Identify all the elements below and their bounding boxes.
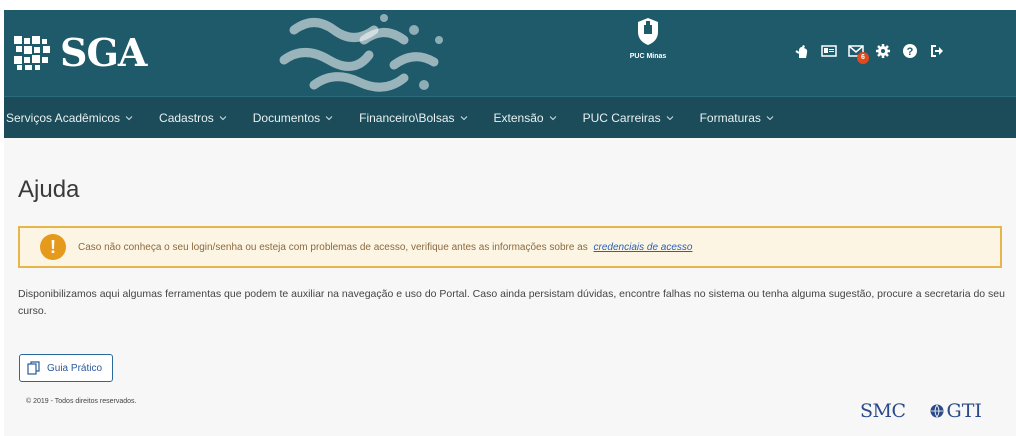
accessibility-icon[interactable]	[794, 43, 810, 59]
credentials-link[interactable]: credenciais de acesso	[594, 242, 693, 253]
puc-minas-logo: PUC Minas	[622, 16, 674, 60]
sga-logo-mark	[14, 36, 54, 70]
nav-item-label: Extensão	[493, 110, 544, 125]
gti-logo: GTI	[930, 400, 982, 422]
nav-item-label: Serviços Acadêmicos	[6, 110, 121, 125]
banner-decoration	[279, 14, 443, 92]
puc-minas-label: PUC Minas	[629, 53, 667, 60]
nav-item-extensao[interactable]: Extensão	[482, 97, 571, 139]
alert-text: Caso não conheça o seu login/senha ou es…	[78, 241, 588, 253]
header-banner: SGA PUC Minas 6 ?	[4, 10, 1016, 96]
chevron-down-icon	[460, 115, 467, 120]
access-alert: ! Caso não conheça o seu login/senha ou …	[18, 226, 1002, 268]
footer-logos: SMC GTI	[860, 400, 982, 422]
smc-logo: SMC	[860, 400, 906, 422]
chevron-down-icon	[666, 115, 673, 120]
chevron-down-icon	[549, 115, 556, 120]
nav-item-label: Formaturas	[699, 110, 761, 125]
question-icon[interactable]: ?	[902, 43, 918, 59]
nav-item-formaturas[interactable]: Formaturas	[688, 97, 788, 139]
nav-item-servicos-academicos[interactable]: Serviços Acadêmicos	[4, 97, 147, 139]
chevron-down-icon	[219, 115, 227, 120]
main-nav: Serviços Acadêmicos Cadastros Documentos…	[4, 96, 1016, 138]
nav-item-financeiro-bolsas[interactable]: Financeiro\Bolsas	[347, 97, 481, 139]
header-toolbar: 6 ?	[794, 43, 945, 64]
page: SGA PUC Minas 6 ? Serviços Acadêmicos Ca…	[4, 10, 1016, 436]
sga-logo[interactable]: SGA	[14, 30, 147, 75]
nav-item-label: PUC Carreiras	[582, 110, 661, 125]
sga-logo-text: SGA	[60, 30, 147, 75]
mail-count-badge: 6	[857, 52, 869, 64]
guia-pratico-button[interactable]: Guia Prático	[19, 354, 113, 382]
globe-icon	[930, 404, 944, 418]
chevron-down-icon	[325, 115, 333, 120]
puc-crest-icon	[638, 18, 658, 45]
page-title: Ajuda	[18, 176, 80, 203]
copy-pages-icon	[27, 361, 40, 375]
chevron-down-icon	[125, 115, 133, 120]
exclamation-icon: !	[40, 234, 66, 260]
gti-logo-text: GTI	[946, 400, 982, 422]
nav-item-label: Cadastros	[159, 110, 214, 125]
chevron-down-icon	[766, 115, 774, 120]
guia-pratico-label: Guia Prático	[47, 362, 103, 374]
help-description: Disponibilizamos aqui algumas ferramenta…	[18, 288, 1005, 317]
nav-item-documentos[interactable]: Documentos	[241, 97, 347, 139]
alert-message: Caso não conheça o seu login/senha ou es…	[78, 242, 692, 253]
mail-icon[interactable]: 6	[848, 43, 869, 64]
svg-text:?: ?	[907, 46, 914, 58]
nav-item-puc-carreiras[interactable]: PUC Carreiras	[571, 97, 688, 139]
copyright-text: © 2019 - Todos direitos reservados.	[26, 398, 137, 405]
nav-item-cadastros[interactable]: Cadastros	[147, 97, 241, 139]
logout-icon[interactable]	[929, 43, 945, 59]
nav-item-label: Documentos	[252, 110, 321, 125]
gear-icon[interactable]	[875, 43, 891, 59]
nav-item-label: Financeiro\Bolsas	[359, 110, 455, 125]
id-card-icon[interactable]	[821, 43, 837, 59]
